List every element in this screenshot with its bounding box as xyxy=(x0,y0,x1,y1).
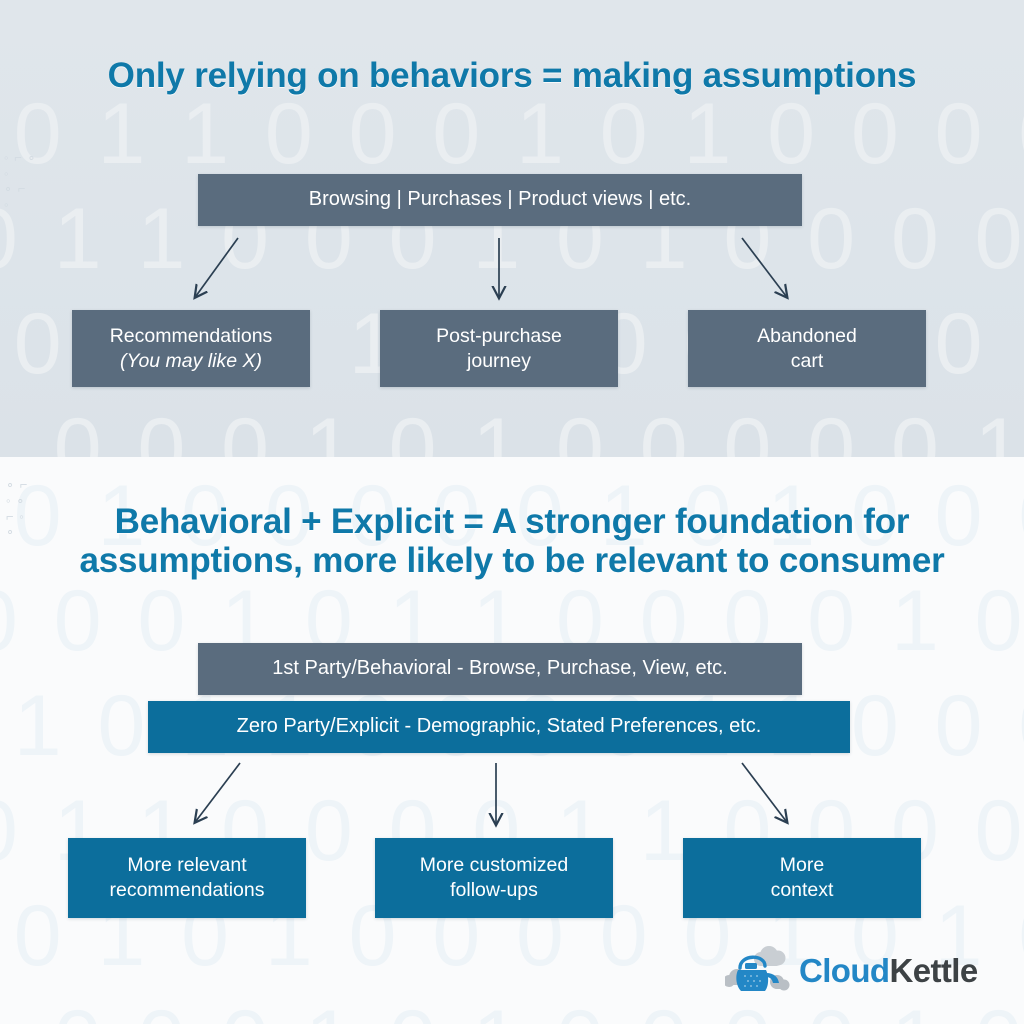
top-outcome-3-line1: Abandoned xyxy=(757,324,857,347)
top-source-box: Browsing | Purchases | Product views | e… xyxy=(198,174,802,226)
circuit-doodle: ◦ ⌐ ∘ ◦ ∘ ⌐ ◦ xyxy=(4,150,37,212)
top-outcome-box-1: Recommendations (You may like X) xyxy=(72,310,310,387)
page-title-bottom-line1: Behavioral + Explicit = A stronger found… xyxy=(114,502,910,541)
bottom-outcome-1-line2: recommendations xyxy=(109,879,265,901)
binary-watermark-row: 1 0 0 0 1 0 1 0 0 0 0 0 1 0 1 0 0 0 0 0 … xyxy=(0,401,1024,457)
bottom-outcome-box-3: More context xyxy=(683,838,921,918)
cloudkettle-wordmark: CloudKettle xyxy=(799,954,978,987)
top-outcome-box-2: Post-purchase journey xyxy=(380,310,618,387)
page-title-bottom-line2: assumptions, more likely to be relevant … xyxy=(79,541,945,581)
bottom-outcome-3-line2: context xyxy=(770,879,834,901)
bottom-source-1-label: 1st Party/Behavioral - Browse, Purchase,… xyxy=(272,657,728,680)
top-outcome-2-line2: journey xyxy=(467,349,531,372)
top-outcome-box-3: Abandoned cart xyxy=(688,310,926,387)
cloudkettle-logo[interactable]: CloudKettle xyxy=(725,938,995,1002)
infographic-canvas: 1 0 1 1 0 0 0 1 0 1 0 0 0 0 0 1 0 1 0 0 … xyxy=(0,0,1024,1024)
bottom-source-box-explicit: Zero Party/Explicit - Demographic, State… xyxy=(148,701,850,753)
top-outcome-1-line1: Recommendations xyxy=(109,324,273,347)
page-title-top: Only relying on behaviors = making assum… xyxy=(107,56,917,95)
top-outcome-1-line2: (You may like X) xyxy=(120,349,262,372)
logo-word-kettle: Kettle xyxy=(889,951,978,989)
page-title-bottom: Behavioral + Explicit = A stronger found… xyxy=(0,502,1024,580)
bottom-source-box-behavioral: 1st Party/Behavioral - Browse, Purchase,… xyxy=(198,643,802,695)
bottom-source-2-label: Zero Party/Explicit - Demographic, State… xyxy=(236,715,762,738)
top-source-label: Browsing | Purchases | Product views | e… xyxy=(308,188,692,211)
top-outcome-3-line2: cart xyxy=(790,349,824,372)
binary-watermark-row: 1 0 1 1 0 0 0 1 0 1 0 0 0 0 0 1 0 1 0 0 … xyxy=(13,86,1024,182)
logo-word-cloud: Cloud xyxy=(799,951,890,989)
bottom-outcome-1-line1: More relevant xyxy=(127,854,247,877)
bottom-outcome-2-line2: follow-ups xyxy=(450,879,538,901)
bottom-outcome-box-1: More relevant recommendations xyxy=(68,838,306,918)
bottom-outcome-2-line1: More customized xyxy=(419,854,569,877)
bottom-outcome-3-line1: More xyxy=(779,854,825,877)
cloudkettle-kettle-and-cloud-icon xyxy=(725,946,790,991)
top-outcome-2-line1: Post-purchase xyxy=(436,324,562,347)
bottom-outcome-box-2: More customized follow-ups xyxy=(375,838,613,918)
